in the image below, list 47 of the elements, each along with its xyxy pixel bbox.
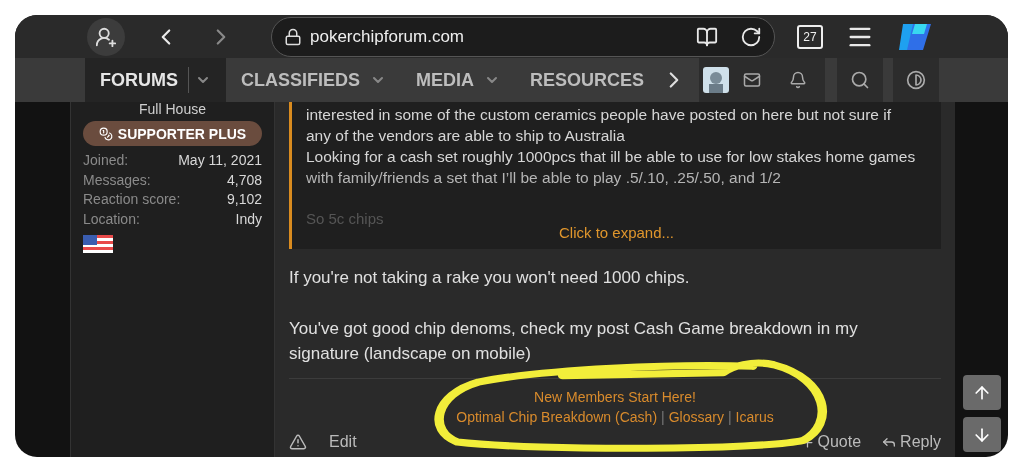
reload-icon[interactable] — [740, 25, 762, 48]
nav-tab[interactable]: MEDIA — [401, 58, 515, 102]
reply-link[interactable]: Reply — [881, 433, 941, 451]
user-rank: Full House — [138, 102, 207, 116]
lock-icon — [284, 27, 302, 46]
quote-line: interested in some of the custom ceramics people have posted on here but not sure if — [306, 105, 893, 125]
stat-value: May 11, 2021 — [178, 151, 262, 170]
edit-link[interactable]: Edit — [329, 433, 357, 451]
supporter-badge: SUPPORTER PLUS — [83, 121, 262, 146]
reader-icon[interactable] — [696, 25, 718, 48]
add-profile-button[interactable] — [87, 17, 125, 56]
signature-link[interactable]: Icarus — [735, 409, 774, 425]
report-icon[interactable] — [289, 433, 307, 451]
nav-tab[interactable]: RESOURCES — [515, 58, 660, 102]
stat-label: Messages: — [83, 170, 151, 190]
quote-line: Looking for a cash set roughly 1000pcs that ill be able to use for low stakes home games — [306, 147, 917, 167]
avatar-icon[interactable] — [703, 67, 730, 93]
stat-value: Indy — [235, 209, 262, 229]
search-icon[interactable] — [837, 58, 884, 102]
signature-link[interactable]: New Members Start Here! — [534, 387, 696, 407]
stat-value: 9,102 — [226, 190, 262, 209]
nav-tab[interactable]: CLASSIFIEDS — [226, 58, 401, 102]
quote-line: any of the vendors are able to ship to Australia — [306, 126, 626, 146]
expand-link[interactable]: Click to expand... — [558, 224, 675, 241]
nav-tab[interactable]: FORUMS — [85, 58, 226, 102]
separator-text: | — [727, 409, 732, 425]
message-text: You've got good chip denoms, check my post Cash Game breakdown in my signature (landscape on mobile) — [289, 318, 859, 365]
url-text: pokerchipforum.com — [310, 26, 465, 47]
signature-link[interactable]: Glossary — [668, 409, 724, 425]
caret-icon[interactable] — [188, 67, 211, 93]
person-plus-icon[interactable] — [95, 25, 117, 48]
stat-value: 4,708 — [226, 170, 262, 190]
stat-label: Joined: — [83, 151, 129, 170]
stat-label: Location: — [83, 209, 140, 229]
coins-icon — [98, 126, 113, 141]
contrast-icon[interactable] — [893, 58, 940, 102]
quote-link[interactable]: Quote — [799, 433, 862, 451]
flag-icon — [83, 235, 113, 253]
signature-link[interactable]: Optimal Chip Breakdown (Cash) — [456, 409, 658, 425]
tab-count-button[interactable]: 27 — [797, 24, 823, 49]
scroll-up-button[interactable] — [962, 375, 1001, 410]
address-bar[interactable]: pokerchipforum.com — [271, 16, 775, 57]
message-text: If you're not taking a rake you won't need 1000 chips. — [289, 267, 691, 289]
separator-text: | — [661, 409, 665, 425]
quote-line: with family/friends a set that I’ll be able to play .5/.10, .25/.50, and 1/2 — [306, 168, 782, 188]
scroll-down-button[interactable] — [962, 417, 1001, 452]
stat-label: Reaction score: — [83, 190, 181, 209]
